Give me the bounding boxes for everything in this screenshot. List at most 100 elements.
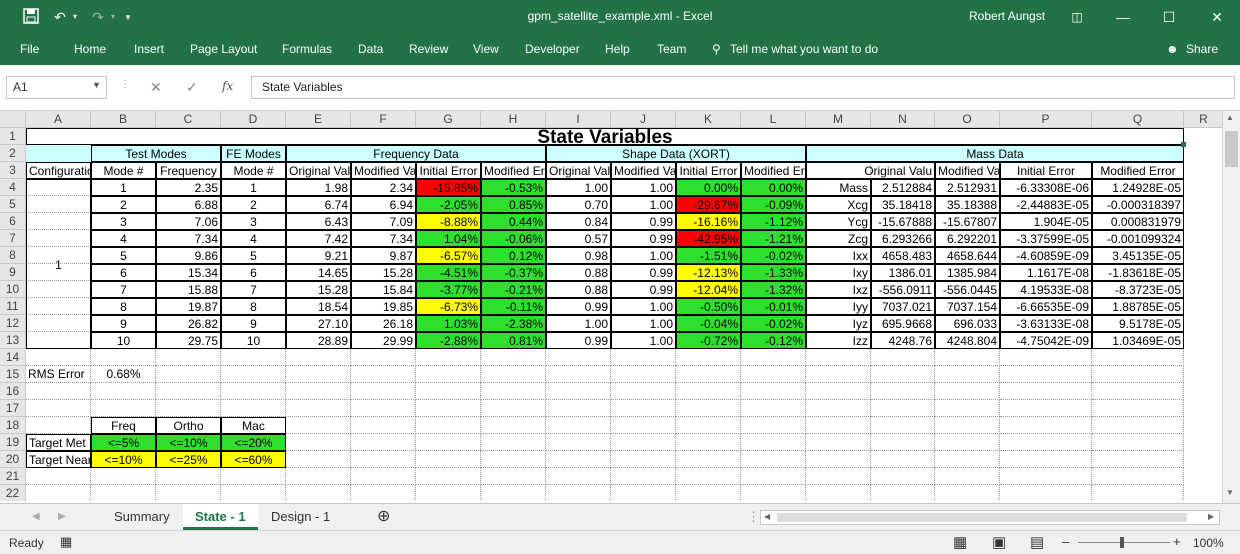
freq-initial-error[interactable]: -3.77% <box>416 281 481 298</box>
grid-cell[interactable] <box>935 349 1000 366</box>
grid-cell[interactable] <box>481 434 546 451</box>
grid-cell[interactable] <box>156 485 221 501</box>
shape-modified-error[interactable]: -0.12% <box>741 332 806 349</box>
grid-cell[interactable] <box>416 417 481 434</box>
sheet-tab-summary[interactable]: Summary <box>102 504 182 530</box>
freq-original-value[interactable]: 1.98 <box>286 179 351 196</box>
mass-modified-error[interactable]: 1.24928E-05 <box>1092 179 1184 196</box>
grid-cell[interactable] <box>351 383 416 400</box>
grid-cell[interactable] <box>611 434 676 451</box>
row-header[interactable]: 3 <box>0 162 26 179</box>
grid-cell[interactable] <box>351 468 416 485</box>
freq-modified-error[interactable]: -0.21% <box>481 281 546 298</box>
grid-cell[interactable] <box>546 434 611 451</box>
column-header[interactable]: L <box>741 111 806 128</box>
zoom-slider[interactable] <box>1078 542 1170 543</box>
grid-cell[interactable] <box>416 366 481 383</box>
shape-modified-value[interactable]: 1.00 <box>611 196 676 213</box>
row-header[interactable]: 22 <box>0 485 26 501</box>
column-label-m-orig[interactable]: Original Valu <box>806 162 935 179</box>
row-header[interactable]: 6 <box>0 213 26 230</box>
grid-cell[interactable] <box>806 349 871 366</box>
grid-cell[interactable] <box>351 366 416 383</box>
column-label-s-mod[interactable]: Modified Valu <box>611 162 676 179</box>
grid-cell[interactable] <box>1092 451 1184 468</box>
mass-modified-error[interactable]: 1.03469E-05 <box>1092 332 1184 349</box>
shape-initial-error[interactable]: 0.00% <box>676 179 741 196</box>
test-frequency[interactable]: 19.87 <box>156 298 221 315</box>
grid-cell[interactable] <box>221 383 286 400</box>
grid-cell[interactable] <box>351 417 416 434</box>
maximize-icon[interactable]: ☐ <box>1146 0 1192 34</box>
grid-cell[interactable] <box>546 451 611 468</box>
shape-original-value[interactable]: 0.98 <box>546 247 611 264</box>
target-met-value[interactable]: <=5% <box>91 434 156 451</box>
column-label-frequency[interactable]: Frequency <box>156 162 221 179</box>
column-header[interactable]: D <box>221 111 286 128</box>
mass-property-label[interactable]: Izz <box>806 332 871 349</box>
shape-original-value[interactable]: 1.00 <box>546 179 611 196</box>
tab-data[interactable]: Data <box>358 42 383 56</box>
freq-original-value[interactable]: 27.10 <box>286 315 351 332</box>
tab-file[interactable]: File <box>20 42 39 56</box>
freq-initial-error[interactable]: -8.88% <box>416 213 481 230</box>
grid-cell[interactable] <box>1092 400 1184 417</box>
fe-mode-number[interactable]: 6 <box>221 264 286 281</box>
grid-cell[interactable] <box>741 434 806 451</box>
shape-modified-value[interactable]: 1.00 <box>611 179 676 196</box>
mass-original-value[interactable]: 2.512884 <box>871 179 935 196</box>
test-mode-number[interactable]: 3 <box>91 213 156 230</box>
grid-cell[interactable] <box>351 349 416 366</box>
new-sheet-icon[interactable]: ⊕ <box>365 504 402 530</box>
grid-cell[interactable] <box>871 383 935 400</box>
target-met-value[interactable]: <=20% <box>221 434 286 451</box>
shape-modified-error[interactable]: -1.32% <box>741 281 806 298</box>
grid-cell[interactable] <box>806 468 871 485</box>
row-header[interactable]: 20 <box>0 451 26 468</box>
target-near-label[interactable]: Target Near <box>26 451 91 468</box>
grid-cell[interactable] <box>1000 400 1092 417</box>
mass-modified-error[interactable]: 3.45135E-05 <box>1092 247 1184 264</box>
grid-cell[interactable] <box>676 366 741 383</box>
grid-cell[interactable] <box>481 400 546 417</box>
vertical-scrollbar[interactable]: ▲ ▼ <box>1222 111 1240 503</box>
freq-original-value[interactable]: 9.21 <box>286 247 351 264</box>
grid-cell[interactable] <box>935 400 1000 417</box>
grid-cell[interactable] <box>546 400 611 417</box>
mass-modified-value[interactable]: 4248.804 <box>935 332 1000 349</box>
shape-modified-error[interactable]: -0.09% <box>741 196 806 213</box>
mass-initial-error[interactable]: -3.37599E-05 <box>1000 230 1092 247</box>
shape-original-value[interactable]: 1.00 <box>546 315 611 332</box>
row-header[interactable]: 14 <box>0 349 26 366</box>
test-mode-number[interactable]: 1 <box>91 179 156 196</box>
grid-cell[interactable] <box>156 383 221 400</box>
fe-mode-number[interactable]: 5 <box>221 247 286 264</box>
grid-cell[interactable] <box>286 434 351 451</box>
freq-initial-error[interactable]: -6.73% <box>416 298 481 315</box>
next-sheet-icon[interactable]: ▶ <box>46 504 78 530</box>
grid-cell[interactable] <box>1092 383 1184 400</box>
mass-initial-error[interactable]: 4.19533E-08 <box>1000 281 1092 298</box>
grid-cell[interactable] <box>1092 468 1184 485</box>
tell-me-search[interactable]: Tell me what you want to do <box>730 42 878 56</box>
grid-cell[interactable] <box>91 468 156 485</box>
grid-cell[interactable] <box>1000 417 1092 434</box>
freq-modified-value[interactable]: 29.99 <box>351 332 416 349</box>
freq-modified-value[interactable]: 15.84 <box>351 281 416 298</box>
shape-modified-value[interactable]: 0.99 <box>611 281 676 298</box>
grid-cell[interactable] <box>416 349 481 366</box>
row-header[interactable]: 2 <box>0 145 26 162</box>
grid-cell[interactable] <box>676 417 741 434</box>
name-box-dropdown-icon[interactable]: ▼ <box>92 80 101 90</box>
column-label-s-init-err[interactable]: Initial Error <box>676 162 741 179</box>
mass-property-label[interactable]: Ixy <box>806 264 871 281</box>
grid-cell[interactable] <box>611 383 676 400</box>
grid-cell[interactable] <box>1000 468 1092 485</box>
grid-cell[interactable] <box>741 400 806 417</box>
test-frequency[interactable]: 2.35 <box>156 179 221 196</box>
mass-modified-value[interactable]: 4658.644 <box>935 247 1000 264</box>
fe-mode-number[interactable]: 10 <box>221 332 286 349</box>
header-fill[interactable] <box>26 145 91 162</box>
grid-cell[interactable] <box>1000 349 1092 366</box>
mass-modified-value[interactable]: 2.512931 <box>935 179 1000 196</box>
